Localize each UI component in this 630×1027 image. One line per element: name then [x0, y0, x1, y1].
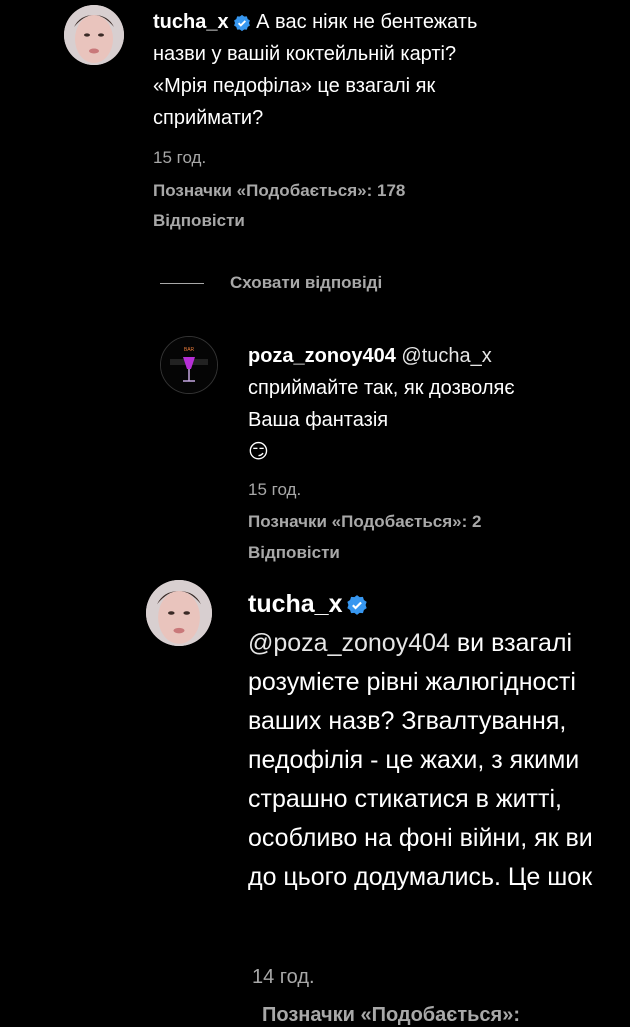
comment-2-body: poza_zonoy404 @tucha_x сприймайте так, я…: [248, 340, 568, 468]
hide-replies-button[interactable]: Сховати відповіді: [230, 273, 382, 293]
comment-2-username[interactable]: poza_zonoy404: [248, 345, 396, 367]
comment-2-time: 15 год.: [248, 480, 302, 499]
svg-text:BAR: BAR: [184, 347, 195, 353]
verified-badge-icon: [346, 594, 368, 616]
avatar-poza-zonoy404[interactable]: BAR: [160, 336, 218, 394]
verified-badge-icon: [233, 14, 251, 32]
comment-3-time: 14 год.: [252, 966, 315, 988]
comment-1-likes[interactable]: Позначки «Подобається»: 178: [153, 181, 405, 201]
comment-2-mention[interactable]: @tucha_x: [401, 345, 491, 367]
comment-1-reply-button[interactable]: Відповісти: [153, 211, 245, 231]
comment-3-text: ви взагалі розумієте рівні жалюгідності …: [248, 629, 593, 891]
hide-replies-divider: [160, 283, 204, 284]
comment-2-text: сприймайте так, як дозволяє Ваша фантазі…: [248, 377, 515, 431]
comment-2-reply-button[interactable]: Відповісти: [248, 543, 340, 563]
smirk-emoji-icon: 😏: [248, 441, 269, 463]
comment-1-time: 15 год.: [153, 148, 207, 167]
avatar-tucha-x-reply[interactable]: [146, 580, 212, 646]
comment-1-username[interactable]: tucha_x: [153, 11, 229, 33]
avatar-tucha-x[interactable]: [64, 5, 124, 65]
comment-1-body: tucha_x А вас ніяк не бентежать назви у …: [153, 6, 513, 134]
comment-3-username[interactable]: tucha_x: [248, 590, 342, 618]
comment-3-body: tucha_x @poza_zonoy404 ви взагалі розумі…: [248, 585, 600, 897]
comment-3-mention[interactable]: @poza_zonoy404: [248, 629, 450, 657]
comment-2-likes[interactable]: Позначки «Подобається»: 2: [248, 512, 481, 532]
